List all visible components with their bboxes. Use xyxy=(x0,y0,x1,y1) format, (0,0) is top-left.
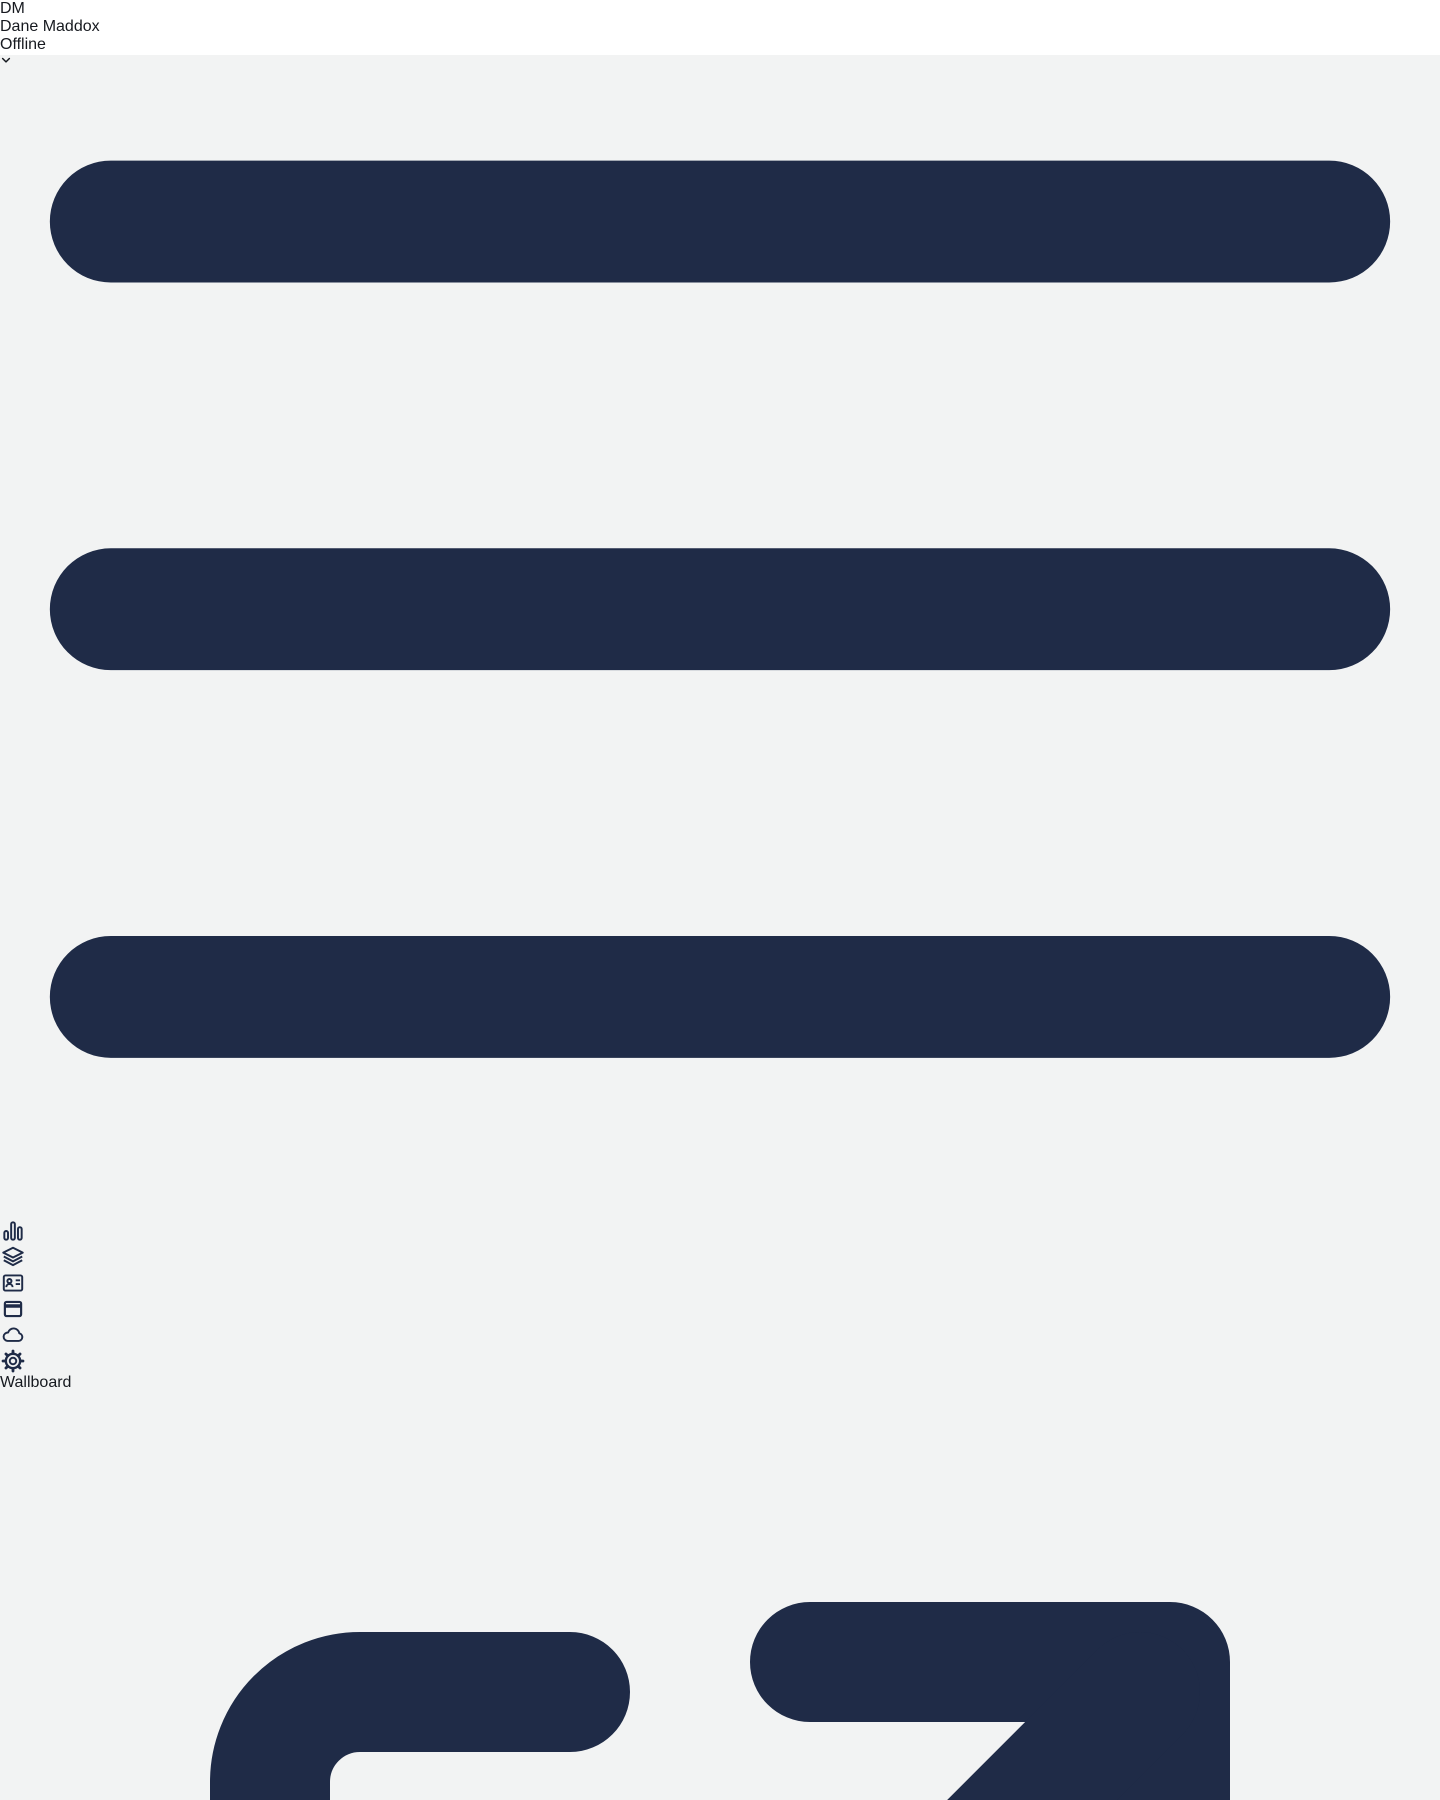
agent-status-value: Offline xyxy=(0,36,46,53)
sidebar-item-contacts[interactable] xyxy=(0,1270,1440,1296)
left-sidebar xyxy=(0,0,1440,1374)
contact-card-icon xyxy=(0,1270,26,1296)
external-link-icon[interactable] xyxy=(0,1392,1440,1800)
sidebar-item-metrics[interactable] xyxy=(0,1218,1440,1244)
chevron-down-icon xyxy=(0,54,12,66)
sidebar-item-settings[interactable] xyxy=(0,1348,1440,1374)
user-name: Dane Maddox xyxy=(0,18,1440,36)
page-header: Wallboard Last refreshed at 17:46:17 xyxy=(0,1374,1440,1800)
sidebar-item-cloud[interactable] xyxy=(0,1322,1440,1348)
wallboard-window-icon xyxy=(0,1296,26,1322)
sidebar-item-wallboard[interactable] xyxy=(0,1296,1440,1322)
hamburger-menu-icon[interactable] xyxy=(0,0,1440,1218)
agent-status-select[interactable]: Offline xyxy=(0,36,1440,66)
avatar[interactable]: DM xyxy=(0,0,1440,18)
cloud-icon xyxy=(0,1322,26,1348)
sidebar-item-routing[interactable] xyxy=(0,1244,1440,1270)
gear-icon xyxy=(0,1348,26,1374)
layers-icon xyxy=(0,1244,26,1270)
bar-chart-icon xyxy=(0,1218,26,1244)
page-title: Wallboard xyxy=(0,1374,1440,1392)
top-navigation-bar: DM Dane Maddox Offline xyxy=(0,0,1440,55)
